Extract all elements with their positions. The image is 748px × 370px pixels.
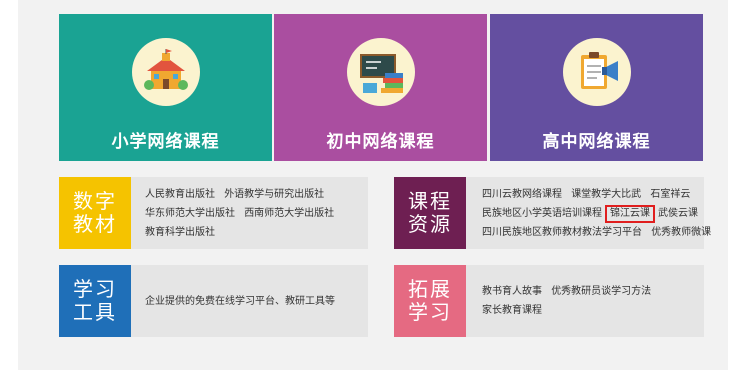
publisher-link[interactable]: 华东师范大学出版社 bbox=[145, 208, 235, 219]
digital-materials-tile[interactable]: 数字 教材 bbox=[59, 177, 131, 249]
digital-materials-links: 人民教育出版社 外语教学与研究出版社 华东师范大学出版社 西南师范大学出版社 教… bbox=[145, 177, 362, 249]
extended-learning-tile[interactable]: 拓展 学习 bbox=[394, 265, 466, 337]
high-course-card[interactable]: 高中网络课程 bbox=[490, 14, 703, 161]
study-tools-title-line2: 工具 bbox=[73, 300, 117, 324]
extended-learning-links: 教书育人故事 优秀教研员谈学习方法 家长教育课程 bbox=[482, 265, 698, 337]
resource-link[interactable]: 课堂教学大比武 bbox=[571, 189, 641, 200]
primary-course-label: 小学网络课程 bbox=[111, 132, 220, 152]
study-tools-title-line1: 学习 bbox=[73, 277, 117, 301]
chalkboard-books-icon bbox=[346, 38, 415, 106]
digital-materials-title-line2: 教材 bbox=[73, 212, 117, 236]
middle-course-card[interactable]: 初中网络课程 bbox=[274, 14, 487, 161]
resource-link[interactable]: 四川云教网络课程 bbox=[482, 189, 562, 200]
primary-course-card[interactable]: 小学网络课程 bbox=[59, 14, 272, 161]
course-resources-tile[interactable]: 课程 资源 bbox=[394, 177, 466, 249]
study-tools-box: 学习 工具 企业提供的免费在线学习平台、教研工具等 bbox=[59, 265, 368, 337]
publisher-link[interactable]: 西南师范大学出版社 bbox=[244, 208, 334, 219]
resource-link[interactable]: 石室祥云 bbox=[650, 189, 690, 200]
study-tools-link[interactable]: 企业提供的免费在线学习平台、教研工具等 bbox=[145, 296, 335, 307]
extended-learning-title-line1: 拓展 bbox=[408, 277, 452, 301]
extended-learning-box: 拓展 学习 教书育人故事 优秀教研员谈学习方法 家长教育课程 bbox=[394, 265, 704, 337]
digital-materials-title-line1: 数字 bbox=[73, 189, 117, 213]
digital-materials-box: 数字 教材 人民教育出版社 外语教学与研究出版社 华东师范大学出版社 西南师范大… bbox=[59, 177, 368, 249]
clipboard-megaphone-icon bbox=[562, 38, 631, 106]
resource-link[interactable]: 四川民族地区教师教材教法学习平台 bbox=[482, 227, 642, 238]
resource-link[interactable]: 优秀教师微课 bbox=[651, 227, 711, 238]
highlighted-resource-link[interactable]: 锦江云课 bbox=[605, 204, 655, 223]
study-tools-tile[interactable]: 学习 工具 bbox=[59, 265, 131, 337]
high-course-label: 高中网络课程 bbox=[542, 132, 651, 152]
course-resources-title-line2: 资源 bbox=[408, 212, 452, 236]
extended-link[interactable]: 教书育人故事 bbox=[482, 286, 542, 297]
resource-link[interactable]: 民族地区小学英语培训课程 bbox=[482, 208, 602, 219]
extended-link[interactable]: 家长教育课程 bbox=[482, 305, 542, 316]
resource-link[interactable]: 武侯云课 bbox=[658, 208, 698, 219]
publisher-link[interactable]: 人民教育出版社 bbox=[145, 189, 215, 200]
course-resources-links: 四川云教网络课程 课堂教学大比武 石室祥云 民族地区小学英语培训课程 锦江云课 武侯… bbox=[482, 177, 711, 249]
extended-learning-title-line2: 学习 bbox=[408, 300, 452, 324]
publisher-link[interactable]: 教育科学出版社 bbox=[145, 227, 215, 238]
publisher-link[interactable]: 外语教学与研究出版社 bbox=[224, 189, 324, 200]
school-building-icon bbox=[131, 38, 200, 106]
extended-link[interactable]: 优秀教研员谈学习方法 bbox=[551, 286, 651, 297]
course-resources-box: 课程 资源 四川云教网络课程 课堂教学大比武 石室祥云 民族地区小学英语培训课程… bbox=[394, 177, 711, 249]
course-resources-title-line1: 课程 bbox=[408, 189, 452, 213]
middle-course-label: 初中网络课程 bbox=[326, 132, 435, 152]
study-tools-links: 企业提供的免费在线学习平台、教研工具等 bbox=[145, 265, 362, 337]
